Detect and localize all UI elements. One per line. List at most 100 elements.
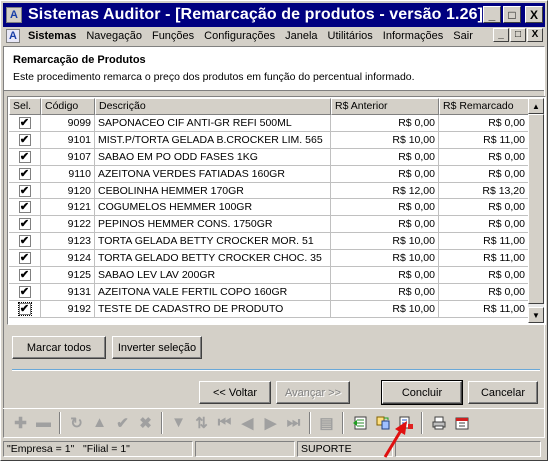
plus-icon[interactable]: ✚ <box>9 411 32 434</box>
close-button[interactable]: X <box>525 6 543 23</box>
refresh-icon[interactable]: ↻ <box>65 411 88 434</box>
table-row[interactable]: ✔ 9120 CEBOLINHA HEMMER 170GR R$ 12,00 R$ 13… <box>9 182 529 200</box>
mdi-close-button[interactable]: X <box>527 28 543 42</box>
row-checkbox[interactable]: ✔ <box>17 301 32 316</box>
products-grid[interactable]: Sel. Código Descrição R$ Anterior R$ Rem… <box>7 96 546 325</box>
row-checkbox[interactable]: ✔ <box>18 252 31 265</box>
inverter-selecao-button[interactable]: Inverter seleção <box>112 336 202 359</box>
maximize-button[interactable]: □ <box>503 6 521 23</box>
checkbox-cell[interactable]: ✔ <box>9 233 41 250</box>
checkbox-cell[interactable]: ✔ <box>9 148 41 165</box>
table-row[interactable]: ✔ 9192 TESTE DE CADASTRO DE PRODUTO R$ 10,0… <box>9 300 529 318</box>
checkbox-cell[interactable]: ✔ <box>9 131 41 148</box>
print-icon[interactable] <box>427 411 450 434</box>
checkbox-cell[interactable]: ✔ <box>9 250 41 267</box>
checkbox-cell[interactable]: ✔ <box>9 199 41 216</box>
avancar-button[interactable]: Avançar >> <box>276 381 350 404</box>
marcar-todos-button[interactable]: Marcar todos <box>12 336 106 359</box>
row-checkbox[interactable]: ✔ <box>18 150 31 163</box>
calendar-icon[interactable] <box>450 411 473 434</box>
checkbox-cell[interactable]: ✔ <box>9 216 41 233</box>
table-row[interactable]: ✔ 9124 TORTA GELADO BETTY CROCKER CHOC. 35… <box>9 250 529 268</box>
mdi-minimize-button[interactable]: _ <box>493 28 509 42</box>
checkbox-cell[interactable]: ✔ <box>9 165 41 182</box>
row-checkbox[interactable]: ✔ <box>18 201 31 214</box>
scroll-thumb[interactable] <box>528 114 544 304</box>
cell-descricao: SAPONACEO CIF ANTI-GR REFI 500ML <box>95 115 331 131</box>
grid-vertical-scrollbar[interactable]: ▲ ▼ <box>528 98 544 323</box>
row-checkbox[interactable]: ✔ <box>18 218 31 231</box>
app-icon[interactable]: A <box>6 7 22 23</box>
menu-funcoes[interactable]: Funções <box>147 30 199 42</box>
cell-descricao: AZEITONA VALE FERTIL COPO 160GR <box>95 283 331 300</box>
grid-body: Sel. Código Descrição R$ Anterior R$ Rem… <box>9 98 529 318</box>
cell-descricao: TORTA GELADA BETTY CROCKER MOR. 51 <box>95 233 331 250</box>
table-row[interactable]: ✔ 9110 AZEITONA VERDES FATIADAS 160GR R$ 0,… <box>9 165 529 183</box>
checkbox-cell[interactable]: ✔ <box>9 283 41 300</box>
table-row[interactable]: ✔ 9123 TORTA GELADA BETTY CROCKER MOR. 51 R… <box>9 233 529 251</box>
title-bar: A Sistemas Auditor - [Remarcação de prod… <box>3 3 545 27</box>
prev-icon[interactable]: ◀ <box>236 411 259 434</box>
row-checkbox[interactable]: ✔ <box>18 116 31 129</box>
toolbar-separator <box>342 411 344 434</box>
table-row[interactable]: ✔ 9107 SABAO EM PO ODD FASES 1KG R$ 0,00 R$ … <box>9 148 529 166</box>
cell-remarcado: R$ 11,00 <box>439 131 529 148</box>
row-checkbox[interactable]: ✔ <box>18 268 31 281</box>
voltar-button[interactable]: << Voltar <box>199 381 271 404</box>
child-window-icon[interactable]: A <box>6 29 20 43</box>
row-checkbox[interactable]: ✔ <box>18 235 31 248</box>
next-icon[interactable]: ▶ <box>259 411 282 434</box>
minimize-button[interactable]: _ <box>483 6 501 23</box>
cell-anterior: R$ 0,00 <box>331 148 439 165</box>
menu-sair[interactable]: Sair <box>448 30 478 42</box>
cell-descricao: MIST.P/TORTA GELADA B.CROCKER LIM. 565 <box>95 131 331 148</box>
row-checkbox[interactable]: ✔ <box>18 133 31 146</box>
last-icon[interactable]: ⏭ <box>282 411 305 434</box>
checkbox-cell[interactable]: ✔ <box>9 182 41 199</box>
menu-configuracoes[interactable]: Configurações <box>199 30 280 42</box>
x-icon[interactable]: ✖ <box>134 411 157 434</box>
minus-icon[interactable]: ▬ <box>32 411 55 434</box>
cell-codigo: 9122 <box>41 216 95 233</box>
navigation-toolbar: ✚ ▬ ↻ ▲ ✔ ✖ ▼ ⇅ ⏮ ◀ ▶ ⏭ ▤ <box>3 408 545 436</box>
checkbox-cell[interactable]: ✔ <box>9 115 41 131</box>
table-row[interactable]: ✔ 9101 MIST.P/TORTA GELADA B.CROCKER LIM. … <box>9 131 529 149</box>
column-header-remarcado[interactable]: R$ Remarcado <box>439 98 529 115</box>
column-header-descricao[interactable]: Descrição <box>95 98 331 115</box>
cell-anterior: R$ 0,00 <box>331 165 439 182</box>
document-icon[interactable]: ▤ <box>315 411 338 434</box>
scroll-down-button[interactable]: ▼ <box>528 307 544 323</box>
table-row[interactable]: ✔ 9099 SAPONACEO CIF ANTI-GR REFI 500ML R$ … <box>9 115 529 132</box>
menu-navegacao[interactable]: Navegação <box>81 30 147 42</box>
status-empresa: "Empresa = 1" <box>7 443 75 455</box>
concluir-button[interactable]: Concluir <box>381 380 463 405</box>
checkbox-cell[interactable]: ✔ <box>9 300 41 317</box>
column-header-codigo[interactable]: Código <box>41 98 95 115</box>
row-checkbox[interactable]: ✔ <box>18 167 31 180</box>
cell-descricao: SABAO LEV LAV 200GR <box>95 267 331 283</box>
row-checkbox[interactable]: ✔ <box>18 285 31 298</box>
up-triangle-icon[interactable]: ▲ <box>88 411 111 434</box>
scroll-up-button[interactable]: ▲ <box>528 98 544 114</box>
column-header-anterior[interactable]: R$ Anterior <box>331 98 439 115</box>
table-row[interactable]: ✔ 9121 COGUMELOS HEMMER 100GR R$ 0,00 R$ 0,0… <box>9 199 529 217</box>
checkbox-cell[interactable]: ✔ <box>9 267 41 283</box>
row-checkbox[interactable]: ✔ <box>18 184 31 197</box>
cancelar-button[interactable]: Cancelar <box>468 381 538 404</box>
menu-utilitarios[interactable]: Utilitários <box>323 30 378 42</box>
sort-icon[interactable]: ⇅ <box>190 411 213 434</box>
cell-anterior: R$ 12,00 <box>331 182 439 199</box>
mdi-restore-button[interactable]: □ <box>510 28 526 42</box>
filter-icon[interactable]: ▼ <box>167 411 190 434</box>
menu-sistemas[interactable]: Sistemas <box>23 30 81 42</box>
table-row[interactable]: ✔ 9122 PEPINOS HEMMER CONS. 1750GR R$ 0,00 R… <box>9 216 529 234</box>
table-row[interactable]: ✔ 9125 SABAO LEV LAV 200GR R$ 0,00 R$ 0,00 <box>9 267 529 284</box>
menu-janela[interactable]: Janela <box>280 30 322 42</box>
export-green-icon[interactable] <box>348 411 371 434</box>
status-panel-empty <box>195 441 295 457</box>
first-icon[interactable]: ⏮ <box>213 411 236 434</box>
check-icon[interactable]: ✔ <box>111 411 134 434</box>
table-row[interactable]: ✔ 9131 AZEITONA VALE FERTIL COPO 160GR R$ 0… <box>9 283 529 301</box>
column-header-sel[interactable]: Sel. <box>9 98 41 115</box>
menu-informacoes[interactable]: Informações <box>378 30 449 42</box>
